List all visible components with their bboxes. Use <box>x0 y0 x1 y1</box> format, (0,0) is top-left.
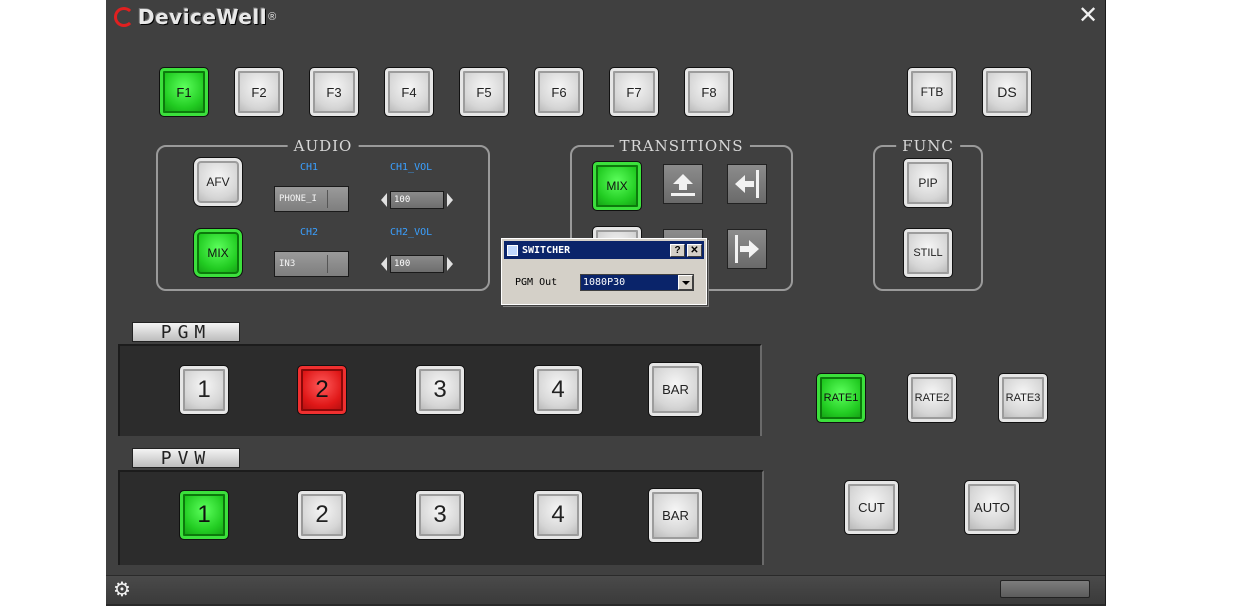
f6-button[interactable]: F6 <box>534 67 584 117</box>
logo-mark-icon <box>114 7 134 27</box>
pgm-input-2-button[interactable]: 2 <box>297 365 347 415</box>
ch2-vol-label: CH2_VOL <box>390 227 433 238</box>
bottom-bar: ⚙ <box>106 575 1105 604</box>
audio-mix-button[interactable]: MIX <box>193 228 243 278</box>
ch2-label: CH2 <box>300 227 319 238</box>
arrow-left-icon <box>735 170 759 198</box>
pvw-label: PVW <box>132 448 240 469</box>
dialog-close-button[interactable]: ✕ <box>687 243 702 257</box>
ch2-vol-decrease-icon[interactable] <box>381 257 387 271</box>
dialog-title-bar[interactable]: SWITCHER ? ✕ <box>504 241 704 259</box>
f1-button[interactable]: F1 <box>159 67 209 117</box>
auto-button[interactable]: AUTO <box>964 480 1020 535</box>
pvw-input-3-button[interactable]: 3 <box>415 490 465 540</box>
f5-button[interactable]: F5 <box>459 67 509 117</box>
pip-button[interactable]: PIP <box>903 158 953 208</box>
ch2-vol-value: 100 <box>390 255 444 273</box>
pgm-bar-button[interactable]: BAR <box>648 362 703 417</box>
pgm-input-4-button[interactable]: 4 <box>533 365 583 415</box>
ch1-vol-decrease-icon[interactable] <box>381 193 387 207</box>
rate2-button[interactable]: RATE2 <box>907 373 957 423</box>
close-icon[interactable]: ✕ <box>1075 3 1101 29</box>
pgm-input-3-button[interactable]: 3 <box>415 365 465 415</box>
devicewell-logo: DeviceWell ® <box>114 2 276 32</box>
brand-name: DeviceWell <box>138 5 268 29</box>
pgm-out-label: PGM Out <box>515 277 558 288</box>
dialog-title: SWITCHER <box>522 244 571 256</box>
afv-button[interactable]: AFV <box>193 157 243 207</box>
registered-mark: ® <box>268 11 277 23</box>
ftb-button[interactable]: FTB <box>907 67 957 117</box>
transitions-title: TRANSITIONS <box>613 137 750 155</box>
ch1-vol-increase-icon[interactable] <box>447 193 453 207</box>
pgm-out-select[interactable]: 1080P30 <box>580 274 694 291</box>
wipe-right-button[interactable] <box>727 229 767 269</box>
func-title: FUNC <box>896 137 960 155</box>
ch1-vol-label: CH1_VOL <box>390 162 433 173</box>
ch1-vol-value: 100 <box>390 191 444 209</box>
ch1-label: CH1 <box>300 162 319 173</box>
pvw-input-2-button[interactable]: 2 <box>297 490 347 540</box>
transition-mix-button[interactable]: MIX <box>592 161 642 211</box>
ch2-vol-increase-icon[interactable] <box>447 257 453 271</box>
pvw-input-4-button[interactable]: 4 <box>533 490 583 540</box>
f3-button[interactable]: F3 <box>309 67 359 117</box>
pgm-out-value: 1080P30 <box>583 277 626 288</box>
ds-button[interactable]: DS <box>982 67 1032 117</box>
f2-button[interactable]: F2 <box>234 67 284 117</box>
wipe-left-button[interactable] <box>727 164 767 204</box>
scrollbar-thumb[interactable] <box>1000 580 1090 598</box>
arrow-right-icon <box>735 235 759 263</box>
dialog-window-icon <box>507 244 518 256</box>
f8-button[interactable]: F8 <box>684 67 734 117</box>
settings-gear-icon[interactable]: ⚙ <box>111 579 133 601</box>
pvw-input-1-button[interactable]: 1 <box>179 490 229 540</box>
rate3-button[interactable]: RATE3 <box>998 373 1048 423</box>
arrow-up-icon <box>671 174 695 196</box>
pgm-label: PGM <box>132 322 240 343</box>
rate1-button[interactable]: RATE1 <box>816 373 866 423</box>
cut-button[interactable]: CUT <box>844 480 899 535</box>
ch2-volume-spinner[interactable]: 100 <box>381 254 453 274</box>
f4-button[interactable]: F4 <box>384 67 434 117</box>
audio-title: AUDIO <box>287 137 359 155</box>
ch1-volume-spinner[interactable]: 100 <box>381 190 453 210</box>
ch1-source-select[interactable]: PHONE_I <box>274 186 349 212</box>
f7-button[interactable]: F7 <box>609 67 659 117</box>
ch1-source-value: PHONE_I <box>279 194 317 204</box>
pvw-bar-button[interactable]: BAR <box>648 488 703 543</box>
still-button[interactable]: STILL <box>903 228 953 278</box>
switcher-dialog: SWITCHER ? ✕ PGM Out 1080P30 <box>501 238 707 305</box>
pgm-input-1-button[interactable]: 1 <box>179 365 229 415</box>
ch2-source-select[interactable]: IN3 <box>274 251 349 277</box>
dialog-help-button[interactable]: ? <box>670 243 685 257</box>
wipe-up-button[interactable] <box>663 164 703 204</box>
dropdown-arrow-icon[interactable] <box>678 275 693 290</box>
ch2-source-value: IN3 <box>279 259 296 269</box>
